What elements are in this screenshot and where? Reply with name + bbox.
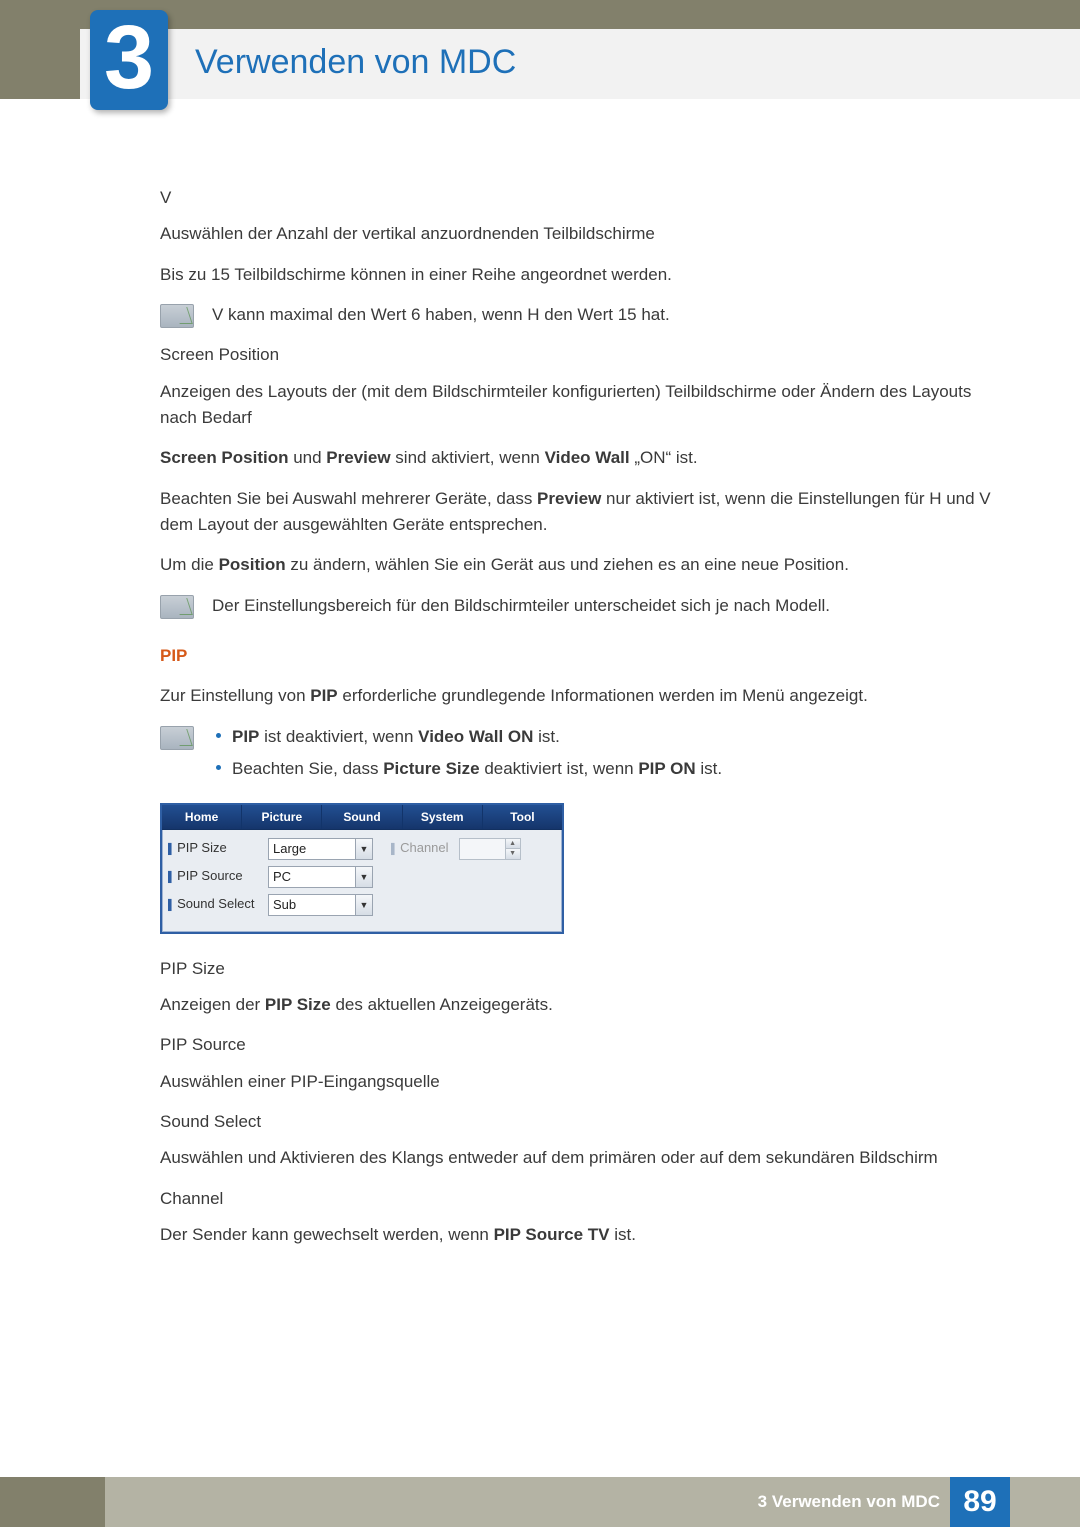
select-pip-size[interactable]: Large ▼ <box>268 838 373 860</box>
t-pn2-2: deaktiviert ist, wenn <box>480 759 639 778</box>
tab-home[interactable]: Home <box>162 805 242 829</box>
note-pip: PIP ist deaktiviert, wenn Video Wall ON … <box>160 724 1000 789</box>
heading-v: V <box>160 185 1000 211</box>
t-pn2-1: Beachten Sie, dass <box>232 759 383 778</box>
note-sp: Der Einstellungsbereich für den Bildschi… <box>160 593 1000 619</box>
text-sp-4: Um die Position zu ändern, wählen Sie ei… <box>160 552 1000 578</box>
t-sp-1: und <box>288 448 326 467</box>
label-pip-size: PIP Size <box>168 838 268 858</box>
pip-settings-panel: Home Picture Sound System Tool PIP Size … <box>160 803 564 934</box>
select-pip-source-value: PC <box>273 869 291 884</box>
b-sp-4: Preview <box>537 489 601 508</box>
footer-page-number: 89 <box>950 1477 1010 1527</box>
chevron-down-icon: ▼ <box>355 839 372 859</box>
text-pip-source: Auswählen einer PIP-Eingangsquelle <box>160 1069 1000 1095</box>
b-pn1-1: PIP <box>232 727 259 746</box>
chapter-badge: 3 <box>90 10 168 110</box>
t-sp-2: sind aktiviert, wenn <box>391 448 545 467</box>
select-pip-source[interactable]: PC ▼ <box>268 866 373 888</box>
t-ch-2: ist. <box>610 1225 636 1244</box>
note-icon <box>160 595 194 619</box>
t-pip-1: Zur Einstellung von <box>160 686 310 705</box>
chapter-title: Verwenden von MDC <box>195 43 516 82</box>
label-channel: Channel <box>391 838 449 858</box>
heading-sound-select: Sound Select <box>160 1109 1000 1135</box>
b-sp-2: Preview <box>326 448 390 467</box>
tab-picture[interactable]: Picture <box>242 805 322 829</box>
t-pip-2: erforderliche grundlegende Informationen… <box>338 686 868 705</box>
footer-text: 3 Verwenden von MDC <box>758 1477 940 1527</box>
b-pn2-2: PIP ON <box>638 759 695 778</box>
footer: 3 Verwenden von MDC 89 <box>0 1477 1080 1527</box>
b-pn2-1: Picture Size <box>383 759 479 778</box>
footer-right-pad <box>1010 1477 1080 1527</box>
spinner-channel[interactable]: ▲▼ <box>459 838 521 860</box>
b-sp-1: Screen Position <box>160 448 288 467</box>
text-sp-1: Anzeigen des Layouts der (mit dem Bildsc… <box>160 379 1000 432</box>
b-ps-1: PIP Size <box>265 995 331 1014</box>
text-sound-select: Auswählen und Aktivieren des Klangs entw… <box>160 1145 1000 1171</box>
select-pip-size-value: Large <box>273 841 306 856</box>
t-sp-3: „ON“ ist. <box>630 448 698 467</box>
b-sp-5: Position <box>219 555 286 574</box>
b-ch-1: PIP Source TV <box>494 1225 610 1244</box>
note-icon <box>160 304 194 328</box>
chevron-up-icon: ▲ <box>506 839 520 850</box>
t-pn2-3: ist. <box>696 759 722 778</box>
text-sp-3: Beachten Sie bei Auswahl mehrerer Geräte… <box>160 486 1000 539</box>
t-sp-6: Um die <box>160 555 219 574</box>
t-ps-2: des aktuellen Anzeigegeräts. <box>331 995 553 1014</box>
chevron-down-icon: ▼ <box>355 895 372 915</box>
note-pip-item-1: PIP ist deaktiviert, wenn Video Wall ON … <box>232 724 1000 750</box>
note-v: V kann maximal den Wert 6 haben, wenn H … <box>160 302 1000 328</box>
b-pn1-2: Video Wall ON <box>418 727 533 746</box>
content: V Auswählen der Anzahl der vertikal anzu… <box>160 185 1000 1262</box>
heading-pip-source: PIP Source <box>160 1032 1000 1058</box>
tab-tool[interactable]: Tool <box>483 805 562 829</box>
text-sp-2: Screen Position und Preview sind aktivie… <box>160 445 1000 471</box>
note-sp-text: Der Einstellungsbereich für den Bildschi… <box>212 593 1000 619</box>
t-sp-7: zu ändern, wählen Sie ein Gerät aus und … <box>286 555 849 574</box>
t-sp-4: Beachten Sie bei Auswahl mehrerer Geräte… <box>160 489 537 508</box>
note-pip-item-2: Beachten Sie, dass Picture Size deaktivi… <box>232 756 1000 782</box>
heading-pip-size: PIP Size <box>160 956 1000 982</box>
heading-channel: Channel <box>160 1186 1000 1212</box>
pip-tabs: Home Picture Sound System Tool <box>162 805 562 830</box>
t-ch-1: Der Sender kann gewechselt werden, wenn <box>160 1225 494 1244</box>
text-v-1: Auswählen der Anzahl der vertikal anzuor… <box>160 221 1000 247</box>
footer-left-block <box>0 1477 105 1527</box>
text-pip-size: Anzeigen der PIP Size des aktuellen Anze… <box>160 992 1000 1018</box>
select-sound-select-value: Sub <box>273 897 296 912</box>
chevron-down-icon: ▼ <box>355 867 372 887</box>
label-sound-select: Sound Select <box>168 894 268 914</box>
t-pn1-1: ist deaktiviert, wenn <box>259 727 418 746</box>
t-pn1-2: ist. <box>533 727 559 746</box>
tab-system[interactable]: System <box>403 805 483 829</box>
heading-pip: PIP <box>160 643 1000 669</box>
label-pip-source: PIP Source <box>168 866 268 886</box>
chapter-number: 3 <box>104 13 154 103</box>
b-sp-3: Video Wall <box>545 448 630 467</box>
tab-sound[interactable]: Sound <box>322 805 402 829</box>
chevron-down-icon: ▼ <box>506 849 520 859</box>
heading-screen-position: Screen Position <box>160 342 1000 368</box>
note-icon <box>160 726 194 750</box>
text-v-2: Bis zu 15 Teilbildschirme können in eine… <box>160 262 1000 288</box>
t-ps-1: Anzeigen der <box>160 995 265 1014</box>
b-pip-1: PIP <box>310 686 337 705</box>
select-sound-select[interactable]: Sub ▼ <box>268 894 373 916</box>
note-v-text: V kann maximal den Wert 6 haben, wenn H … <box>212 302 1000 328</box>
text-pip-intro: Zur Einstellung von PIP erforderliche gr… <box>160 683 1000 709</box>
text-channel: Der Sender kann gewechselt werden, wenn … <box>160 1222 1000 1248</box>
